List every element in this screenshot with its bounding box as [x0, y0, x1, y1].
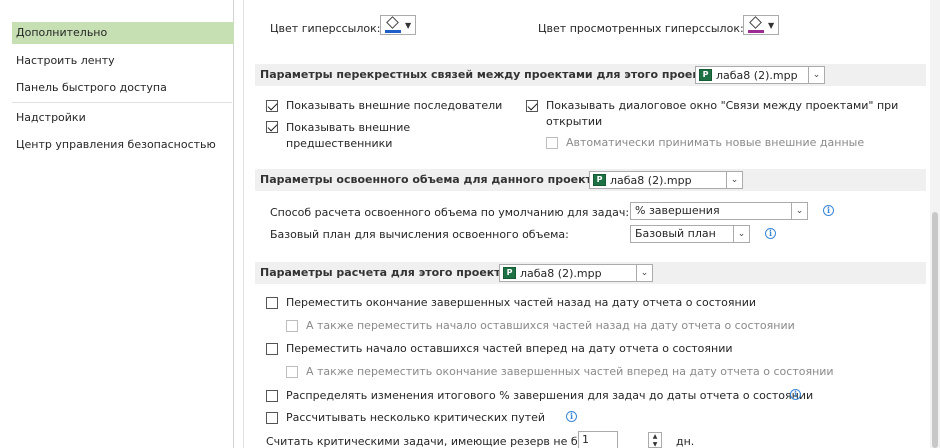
paint-bucket-icon	[385, 16, 401, 33]
earned-value-baseline-label: Базовый план для вычисления освоенного о…	[270, 228, 569, 241]
earned-value-project-select[interactable]: P лаба8 (2).mpp ⌄	[589, 171, 743, 189]
earned-value-baseline-select[interactable]: Базовый план ⌄	[630, 225, 750, 243]
info-icon[interactable]: i	[566, 411, 577, 422]
move-start-forward-checkbox[interactable]	[266, 343, 278, 355]
info-icon[interactable]: i	[765, 228, 776, 239]
caret-down-icon: ▼	[405, 20, 412, 30]
show-external-successors-checkbox[interactable]	[266, 100, 278, 112]
show-external-predecessors-checkbox[interactable]	[266, 121, 278, 133]
show-links-dialog-label-2: открытии	[546, 115, 603, 128]
select-value: % завершения	[635, 204, 720, 217]
show-external-successors-label: Показывать внешние последователи	[286, 99, 503, 112]
show-links-dialog-label: Показывать диалоговое окно "Связи между …	[546, 99, 899, 112]
visited-hyperlink-color-button[interactable]: ▼	[743, 15, 780, 35]
move-start-back-label: А также переместить начало оставшихся ча…	[306, 319, 795, 332]
move-end-forward-checkbox[interactable]	[286, 366, 298, 378]
multiple-critical-paths-label: Рассчитывать несколько критических путей	[286, 411, 546, 424]
critical-slack-label: Считать критическими задачи, имеющие рез…	[266, 435, 605, 448]
sidebar-separator	[243, 0, 244, 448]
earned-value-method-label: Способ расчета освоенного объема по умол…	[270, 206, 630, 219]
project-file-name: лаба8 (2).mpp	[610, 173, 692, 187]
critical-slack-spinner[interactable]: 1	[578, 431, 618, 448]
paint-bucket-icon	[748, 16, 764, 33]
project-file-icon: P	[503, 267, 516, 279]
move-end-back-label: Переместить окончание завершенных частей…	[286, 296, 756, 309]
project-file-icon: P	[593, 174, 606, 186]
critical-slack-unit: дн.	[676, 435, 695, 448]
show-external-predecessors-label: Показывать внешние	[286, 121, 411, 134]
calculation-project-select[interactable]: P лаба8 (2).mpp ⌄	[499, 264, 653, 282]
spread-percent-complete-checkbox[interactable]	[266, 390, 278, 402]
section-title: Параметры расчета для этого проекта:	[260, 266, 513, 279]
spinner-arrows-icon[interactable]: ▲ ▼	[648, 432, 662, 448]
sidebar-item-advanced[interactable]: Дополнительно	[12, 22, 234, 44]
sidebar-item-add-ins[interactable]: Надстройки	[12, 107, 232, 129]
scrollbar-thumb[interactable]	[932, 212, 938, 448]
info-icon[interactable]: i	[823, 205, 834, 216]
options-sidebar: Дополнительно Настроить ленту Панель быс…	[0, 0, 234, 448]
sidebar-item-quick-access-toolbar[interactable]: Панель быстрого доступа	[12, 77, 232, 99]
project-file-icon: P	[699, 69, 712, 81]
calculation-options-header: Параметры расчета для этого проекта: P л…	[255, 262, 926, 284]
visited-hyperlink-color-label: Цвет просмотренных гиперссылок:	[538, 22, 744, 35]
spread-percent-complete-label: Распределять изменения итогового % завер…	[286, 389, 814, 402]
sidebar-item-customize-ribbon[interactable]: Настроить ленту	[12, 50, 232, 72]
chevron-down-icon: ⌄	[726, 172, 742, 188]
move-end-back-checkbox[interactable]	[266, 297, 278, 309]
chevron-down-icon: ⌄	[791, 203, 807, 219]
section-title: Параметры перекрестных связей между прое…	[260, 68, 719, 81]
auto-accept-external-data-label: Автоматически принимать новые внешние да…	[566, 136, 865, 149]
project-file-name: лаба8 (2).mpp	[716, 68, 798, 82]
auto-accept-external-data-checkbox[interactable]	[546, 137, 558, 149]
info-icon[interactable]: i	[790, 389, 801, 400]
sidebar-item-trust-center[interactable]: Центр управления безопасностью	[12, 134, 232, 156]
hyperlink-color-label: Цвет гиперссылок:	[270, 22, 381, 35]
move-end-forward-label: А также переместить окончание завершенны…	[306, 365, 834, 378]
chevron-down-icon: ⌄	[808, 67, 824, 83]
select-value: Базовый план	[635, 227, 716, 240]
sidebar-divider	[12, 102, 232, 103]
move-start-back-checkbox[interactable]	[286, 320, 298, 332]
chevron-down-icon: ⌄	[733, 226, 749, 242]
hyperlink-color-button[interactable]: ▼	[380, 15, 417, 35]
spinner-value: 1	[582, 433, 589, 446]
earned-value-method-select[interactable]: % завершения ⌄	[630, 202, 808, 220]
multiple-critical-paths-checkbox[interactable]	[266, 412, 278, 424]
chevron-down-icon: ⌄	[636, 265, 652, 281]
project-file-name: лаба8 (2).mpp	[520, 266, 602, 280]
earned-value-header: Параметры освоенного объема для данного …	[255, 169, 926, 191]
cross-links-project-select[interactable]: P лаба8 (2).mpp ⌄	[695, 66, 825, 84]
caret-down-icon: ▼	[768, 20, 775, 30]
cross-project-links-header: Параметры перекрестных связей между прое…	[255, 64, 926, 86]
show-links-dialog-checkbox[interactable]	[526, 100, 538, 112]
section-title: Параметры освоенного объема для данного …	[260, 173, 604, 186]
show-external-predecessors-label-2: предшественники	[286, 137, 393, 150]
move-start-forward-label: Переместить начало оставшихся частей впе…	[286, 342, 733, 355]
